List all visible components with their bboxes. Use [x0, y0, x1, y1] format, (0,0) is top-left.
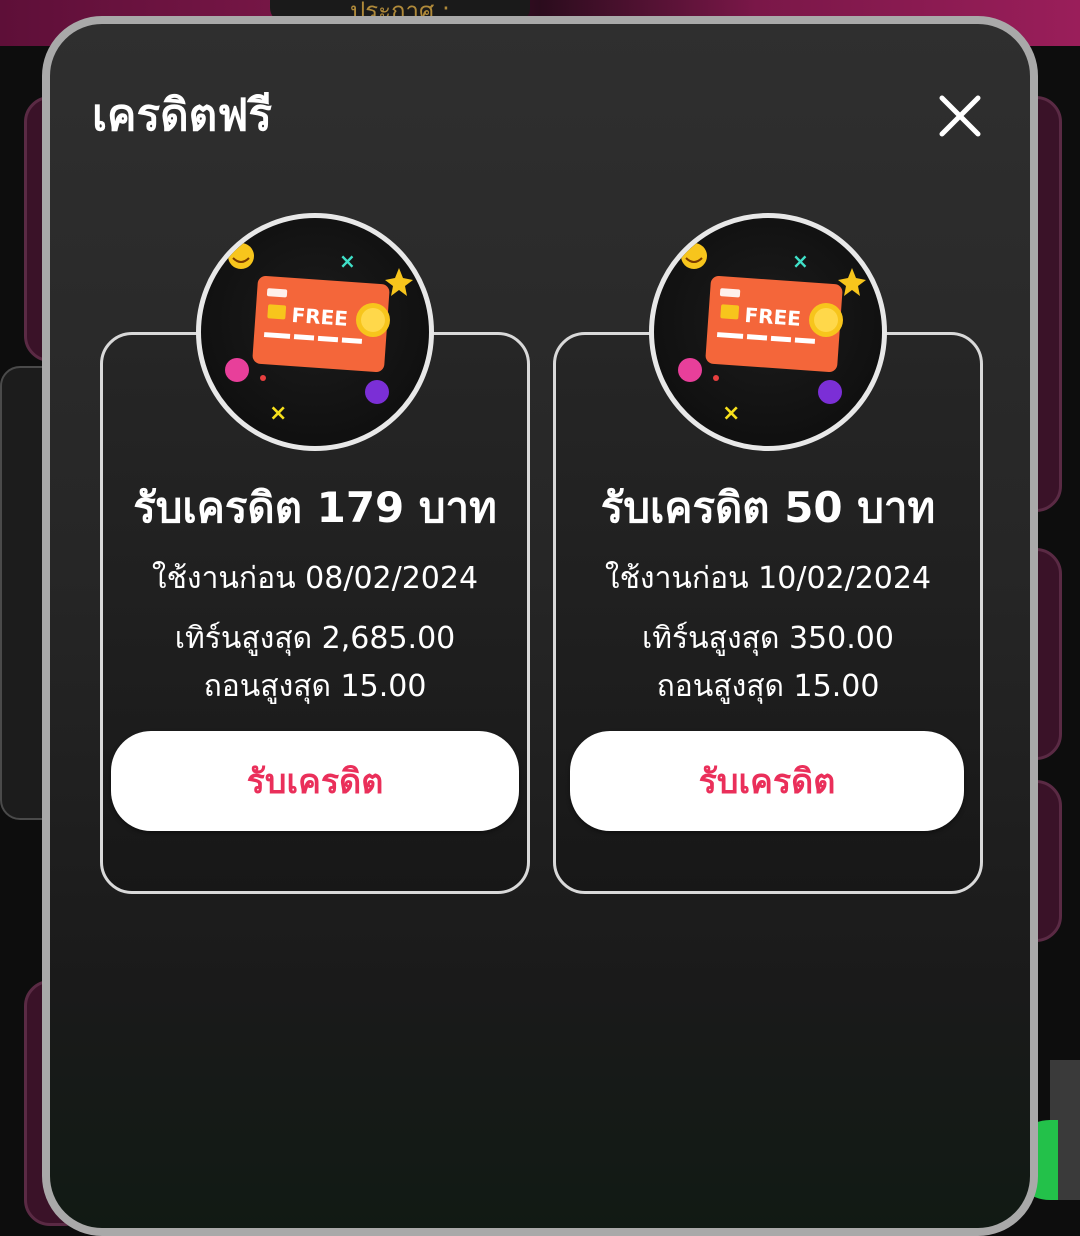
badge-free-label: FREE [744, 303, 802, 331]
expire-date: ใช้งานก่อน 10/02/2024 [604, 561, 932, 596]
credit-amount-title: รับเครดิต 179 บาท [133, 483, 497, 532]
expire-date: ใช้งานก่อน 08/02/2024 [151, 561, 479, 596]
max-withdraw: ถอนสูงสุด 15.00 [656, 669, 880, 704]
max-withdraw: ถอนสูงสุด 15.00 [203, 669, 427, 704]
free-credit-modal: เครดิตฟรี × FREE × รับเครดิต 179 บาท ใช้… [42, 16, 1038, 1236]
claim-credit-button[interactable]: รับเครดิต [570, 731, 964, 831]
credit-card-50: × FREE × รับเครดิต 50 บาท ใช้งานก่อน 10/… [553, 213, 983, 894]
free-credit-card-icon: × FREE × [196, 213, 434, 451]
free-credit-card-icon: × FREE × [649, 213, 887, 451]
modal-title: เครดิตฟรี [92, 90, 273, 141]
credit-card-179: × FREE × รับเครดิต 179 บาท ใช้งานก่อน 08… [100, 213, 530, 894]
max-turnover: เทิร์นสูงสุด 350.00 [642, 621, 894, 656]
svg-text:×: × [339, 249, 356, 273]
svg-text:×: × [792, 249, 809, 273]
badge-free-label: FREE [291, 303, 349, 331]
max-turnover: เทิร์นสูงสุด 2,685.00 [174, 621, 456, 656]
credit-amount-title: รับเครดิต 50 บาท [600, 483, 936, 532]
close-icon[interactable] [934, 90, 986, 142]
svg-text:×: × [722, 401, 740, 426]
claim-credit-button[interactable]: รับเครดิต [111, 731, 519, 831]
svg-text:×: × [269, 401, 287, 426]
